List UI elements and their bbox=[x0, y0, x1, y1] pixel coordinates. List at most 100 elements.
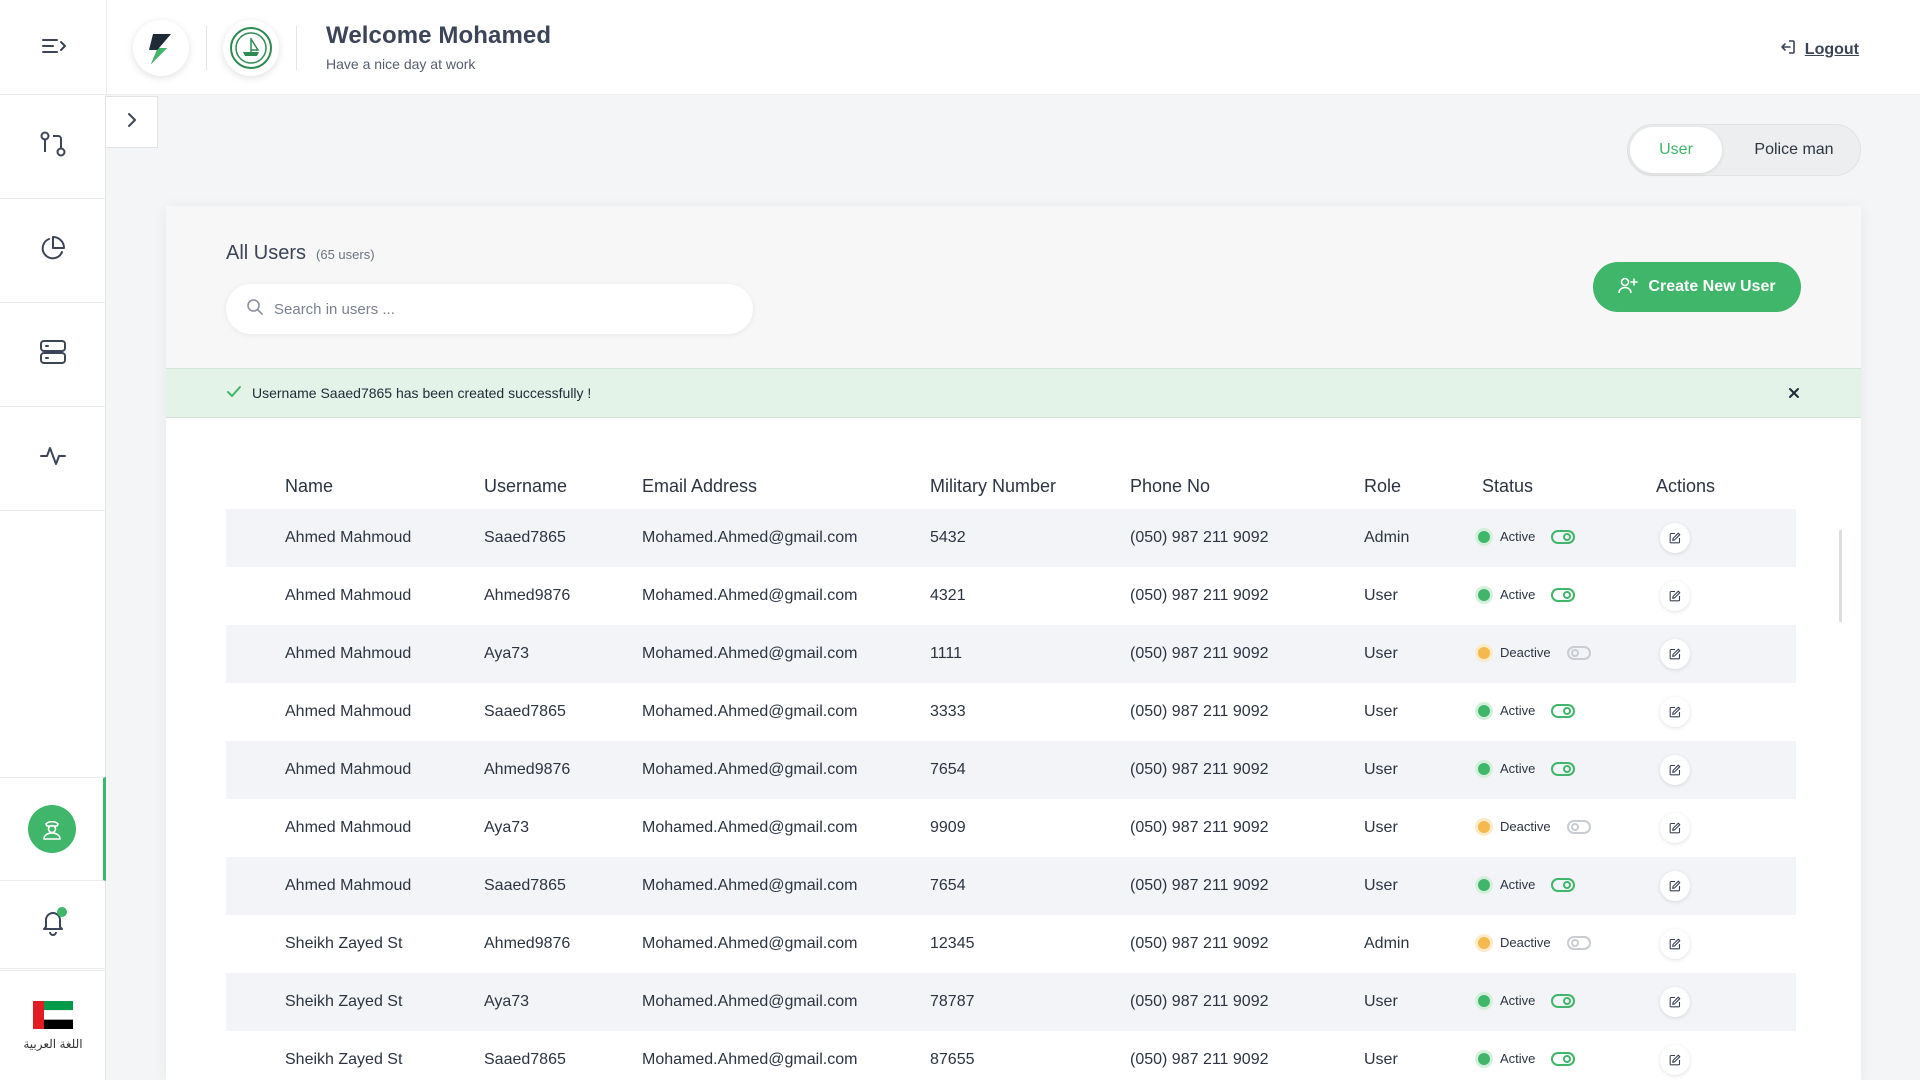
cell-role: User bbox=[1364, 645, 1398, 662]
table-row: Ahmed Mahmoud Saaed7865 Mohamed.Ahmed@gmai… bbox=[226, 509, 1796, 567]
create-new-user-button[interactable]: Create New User bbox=[1593, 262, 1801, 312]
status-toggle[interactable] bbox=[1551, 1051, 1576, 1066]
edit-icon[interactable] bbox=[1660, 1045, 1690, 1075]
toggle-user[interactable]: User bbox=[1630, 127, 1722, 173]
cell-username: Aya73 bbox=[484, 993, 530, 1010]
status-badge: Deactive bbox=[1478, 819, 1591, 834]
status-toggle[interactable] bbox=[1551, 877, 1576, 892]
status-label: Deactive bbox=[1500, 645, 1551, 660]
edit-icon[interactable] bbox=[1660, 755, 1690, 785]
cell-name: Ahmed Mahmoud bbox=[285, 877, 412, 894]
edit-icon[interactable] bbox=[1660, 987, 1690, 1017]
status-dot-icon bbox=[1478, 936, 1490, 949]
edit-icon[interactable] bbox=[1660, 929, 1690, 959]
cell-phone: (050) 987 211 9092 bbox=[1130, 993, 1269, 1010]
cell-email: Mohamed.Ahmed@gmail.com bbox=[642, 529, 858, 546]
status-badge: Deactive bbox=[1478, 645, 1591, 660]
table-row: Ahmed Mahmoud Ahmed9876 Mohamed.Ahmed@gmai… bbox=[226, 567, 1796, 625]
status-toggle[interactable] bbox=[1566, 819, 1591, 834]
status-toggle[interactable] bbox=[1551, 529, 1576, 544]
cell-email: Mohamed.Ahmed@gmail.com bbox=[642, 1051, 858, 1068]
status-label: Active bbox=[1500, 1051, 1536, 1066]
status-toggle[interactable] bbox=[1566, 935, 1591, 950]
status-dot-icon bbox=[1478, 762, 1490, 775]
logo-divider bbox=[206, 26, 207, 70]
server-icon bbox=[38, 337, 68, 372]
cell-role: User bbox=[1364, 703, 1398, 720]
alert-message: Username Saaed7865 has been created succ… bbox=[252, 385, 592, 401]
cell-military-number: 12345 bbox=[930, 935, 975, 952]
cell-military-number: 7654 bbox=[930, 761, 966, 778]
sidebar-item-users[interactable] bbox=[0, 777, 106, 881]
cell-military-number: 78787 bbox=[930, 993, 975, 1010]
cell-email: Mohamed.Ahmed@gmail.com bbox=[642, 935, 858, 952]
close-icon[interactable] bbox=[1785, 384, 1803, 402]
sidebar-item-servers[interactable] bbox=[0, 303, 106, 407]
cell-email: Mohamed.Ahmed@gmail.com bbox=[642, 645, 858, 662]
status-dot-icon bbox=[1478, 878, 1490, 891]
search-icon bbox=[246, 298, 264, 321]
table-scrollbar[interactable] bbox=[1839, 530, 1842, 622]
cell-name: Sheikh Zayed St bbox=[285, 1051, 403, 1068]
edit-icon[interactable] bbox=[1660, 813, 1690, 843]
user-type-toggle: User Police man bbox=[1627, 124, 1861, 176]
sidebar-item-notifications[interactable] bbox=[0, 881, 106, 969]
cell-email: Mohamed.Ahmed@gmail.com bbox=[642, 587, 858, 604]
status-badge: Active bbox=[1478, 761, 1576, 776]
menu-toggle-icon[interactable] bbox=[40, 34, 70, 58]
edit-icon[interactable] bbox=[1660, 523, 1690, 553]
status-badge: Active bbox=[1478, 1051, 1576, 1066]
cell-phone: (050) 987 211 9092 bbox=[1130, 587, 1269, 604]
column-header-role: Role bbox=[1364, 476, 1402, 496]
language-label: اللغة العربية bbox=[23, 1036, 83, 1051]
sidebar-item-activity[interactable] bbox=[0, 407, 106, 511]
status-toggle[interactable] bbox=[1551, 993, 1576, 1008]
activity-icon bbox=[38, 441, 68, 476]
status-dot-icon bbox=[1478, 820, 1490, 833]
expand-panel-button[interactable] bbox=[106, 96, 158, 148]
table-header: Name Username Email Address Military Num… bbox=[226, 470, 1796, 506]
git-compare-icon bbox=[38, 129, 68, 164]
status-badge: Deactive bbox=[1478, 935, 1591, 950]
check-icon bbox=[226, 385, 242, 402]
language-switch[interactable]: اللغة العربية bbox=[0, 970, 106, 1080]
cell-username: Saaed7865 bbox=[484, 529, 566, 546]
status-toggle[interactable] bbox=[1551, 587, 1576, 602]
welcome-title: Welcome Mohamed bbox=[326, 22, 552, 49]
column-header-username: Username bbox=[484, 476, 568, 496]
status-label: Active bbox=[1500, 703, 1536, 718]
table-row: Sheikh Zayed St Ahmed9876 Mohamed.Ahmed@gm… bbox=[226, 915, 1796, 973]
edit-icon[interactable] bbox=[1660, 639, 1690, 669]
logout-link[interactable]: Logout bbox=[1779, 38, 1859, 61]
status-toggle[interactable] bbox=[1551, 703, 1576, 718]
cell-phone: (050) 987 211 9092 bbox=[1130, 703, 1269, 720]
cell-phone: (050) 987 211 9092 bbox=[1130, 645, 1269, 662]
status-toggle[interactable] bbox=[1566, 645, 1591, 660]
cell-phone: (050) 987 211 9092 bbox=[1130, 529, 1269, 546]
cell-role: User bbox=[1364, 587, 1398, 604]
sidebar-item-statistics[interactable] bbox=[0, 199, 106, 303]
cell-role: User bbox=[1364, 761, 1398, 778]
status-badge: Active bbox=[1478, 703, 1576, 718]
status-toggle[interactable] bbox=[1551, 761, 1576, 776]
sidebar-item-compare[interactable] bbox=[0, 95, 106, 199]
cell-role: User bbox=[1364, 993, 1398, 1010]
table-row: Ahmed Mahmoud Saaed7865 Mohamed.Ahmed@gmai… bbox=[226, 683, 1796, 741]
cell-role: Admin bbox=[1364, 529, 1410, 546]
edit-icon[interactable] bbox=[1660, 697, 1690, 727]
cell-email: Mohamed.Ahmed@gmail.com bbox=[642, 819, 858, 836]
edit-icon[interactable] bbox=[1660, 581, 1690, 611]
toggle-police-man[interactable]: Police man bbox=[1732, 127, 1856, 173]
search-input[interactable] bbox=[274, 300, 734, 318]
cell-email: Mohamed.Ahmed@gmail.com bbox=[642, 993, 858, 1010]
logo-divider bbox=[296, 26, 297, 70]
cell-username: Aya73 bbox=[484, 645, 530, 662]
status-dot-icon bbox=[1478, 530, 1490, 543]
edit-icon[interactable] bbox=[1660, 871, 1690, 901]
policeman-icon bbox=[27, 805, 76, 853]
users-heading: All Users (65 users) bbox=[226, 242, 375, 265]
cell-username: Saaed7865 bbox=[484, 1051, 566, 1068]
header-divider bbox=[106, 0, 107, 95]
column-header-email: Email Address bbox=[642, 476, 758, 496]
cell-email: Mohamed.Ahmed@gmail.com bbox=[642, 703, 858, 720]
